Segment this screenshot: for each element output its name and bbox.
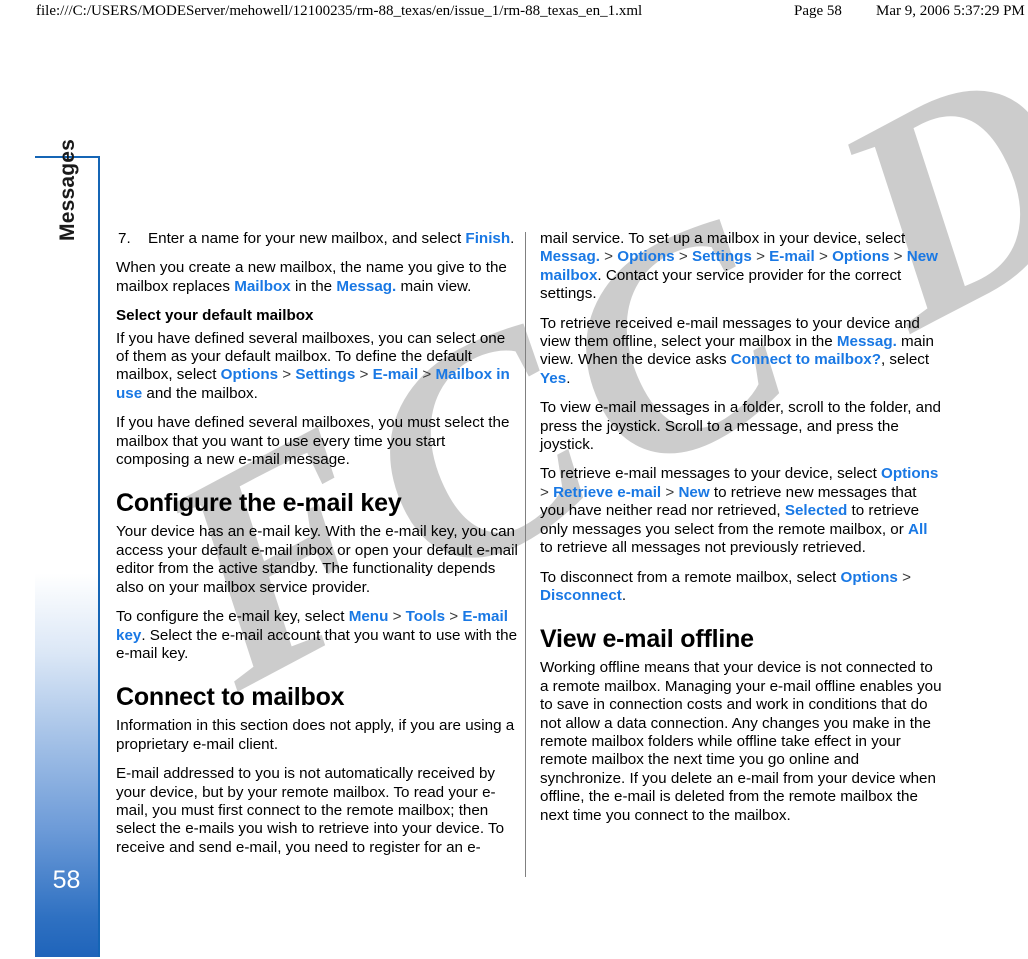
ui-term-yes: Yes [540, 369, 567, 387]
column-right: mail service. To set up a mailbox in you… [540, 230, 944, 836]
ui-term-options: Options [881, 465, 939, 483]
heading-connect-to-mailbox: Connect to mailbox [116, 683, 345, 712]
paragraph-retrieve-view-offline: To retrieve received e-mail messages to … [540, 315, 944, 389]
path-separator: > [889, 248, 907, 266]
subheading-select-default-mailbox: Select your default mailbox [116, 307, 314, 325]
heading-configure-email-key: Configure the e-mail key [116, 489, 402, 518]
text-run: To disconnect from a remote mailbox, sel… [540, 568, 841, 586]
chapter-name: Messages [55, 139, 79, 241]
ui-term-email: E-mail [769, 248, 815, 266]
chapter-rail: Messages 58 [35, 139, 100, 959]
paragraph-working-offline-explanation: Working offline means that your device i… [540, 659, 942, 824]
ui-term-messag: Messag. [336, 277, 397, 295]
ui-term-options: Options [220, 366, 279, 384]
print-header-page: Page 58 [794, 3, 842, 19]
paragraph-select-mailbox-each-time: If you have defined several mailboxes, y… [116, 414, 510, 469]
text-run: . [621, 586, 627, 604]
ui-term-mailbox: Mailbox [234, 277, 291, 295]
ui-term-disconnect: Disconnect [540, 586, 622, 604]
step-number: 7. [118, 230, 131, 247]
ui-term-finish: Finish [465, 230, 511, 247]
ui-term-selected: Selected [784, 502, 848, 520]
numbered-step-list: 7. Enter a name for your new mailbox, and… [116, 230, 520, 248]
ui-term-options: Options [840, 568, 898, 586]
ui-term-retrieve-email: Retrieve e-mail [553, 483, 662, 501]
ui-term-email: E-mail [372, 366, 419, 384]
chapter-rail-title: Messages [35, 139, 100, 959]
heading-view-email-offline: View e-mail offline [540, 625, 754, 654]
step-text-before: Enter a name for your new mailbox, and s… [148, 230, 466, 247]
text-run: to retrieve all messages not previously … [540, 539, 866, 557]
ui-term-settings: Settings [295, 366, 356, 384]
paragraph-define-default-mailbox: If you have defined several mailboxes, y… [116, 330, 520, 404]
page-number: 58 [52, 866, 81, 894]
ui-prompt-connect-to-mailbox: Connect to mailbox? [730, 351, 881, 369]
ui-term-settings: Settings [691, 248, 752, 266]
path-separator: > [674, 248, 692, 266]
paragraph-email-key-intro: Your device has an e-mail key. With the … [116, 523, 518, 596]
ui-term-menu: Menu [348, 608, 389, 626]
paragraph-view-messages-folder: To view e-mail messages in a folder, scr… [540, 399, 941, 454]
step-text-after: . [510, 230, 515, 247]
paragraph-setup-mailbox-path: mail service. To set up a mailbox in you… [540, 230, 944, 304]
path-separator: > [355, 366, 373, 384]
text-run: . [566, 369, 571, 387]
path-separator: > [599, 248, 618, 266]
paragraph-new-mailbox-name: When you create a new mailbox, the name … [116, 259, 520, 296]
text-run: in the [290, 277, 337, 295]
text-run: , select [880, 351, 930, 369]
ui-term-messag: Messag. [540, 248, 600, 266]
ui-term-options-2: Options [832, 248, 890, 266]
print-header-date: Mar 9, 2006 5:37:29 PM [876, 3, 1025, 19]
path-separator: > [751, 248, 770, 266]
paragraph-disconnect-path: To disconnect from a remote mailbox, sel… [540, 569, 944, 606]
print-header-url: file:///C:/USERS/MODEServer/mehowell/121… [36, 3, 643, 19]
path-separator: > [278, 366, 296, 384]
text-run: To retrieve e-mail messages to your devi… [540, 465, 882, 483]
text-run: To configure the e-mail key, select [116, 608, 349, 626]
paragraph-proprietary-client-note: Information in this section does not app… [116, 717, 515, 753]
column-left: 7. Enter a name for your new mailbox, and… [116, 230, 520, 868]
path-separator: > [814, 248, 833, 266]
path-separator: > [418, 366, 436, 384]
ui-term-tools: Tools [405, 608, 446, 626]
text-run: . Select the e-mail account that you wan… [116, 626, 518, 662]
list-item: 7. Enter a name for your new mailbox, and… [116, 230, 520, 248]
path-separator: > [388, 608, 406, 626]
ui-term-all: All [908, 520, 928, 538]
ui-term-new: New [678, 483, 710, 501]
path-separator: > [897, 568, 911, 586]
path-separator: > [540, 483, 554, 501]
path-separator: > [445, 608, 463, 626]
paragraph-retrieve-email-options: To retrieve e-mail messages to your devi… [540, 465, 944, 557]
ui-term-messag: Messag. [836, 333, 897, 351]
print-header: file:///C:/USERS/MODEServer/mehowell/121… [0, 0, 1028, 26]
ui-term-options: Options [617, 248, 675, 266]
text-run: mail service. To set up a mailbox in you… [540, 230, 906, 247]
column-divider [525, 232, 526, 877]
paragraph-email-not-automatic: E-mail addressed to you is not automatic… [116, 765, 505, 856]
paragraph-configure-email-key-path: To configure the e-mail key, select Menu… [116, 608, 520, 663]
text-run: main view. [396, 277, 472, 295]
path-separator: > [661, 483, 679, 501]
text-run: and the mailbox. [142, 384, 258, 402]
